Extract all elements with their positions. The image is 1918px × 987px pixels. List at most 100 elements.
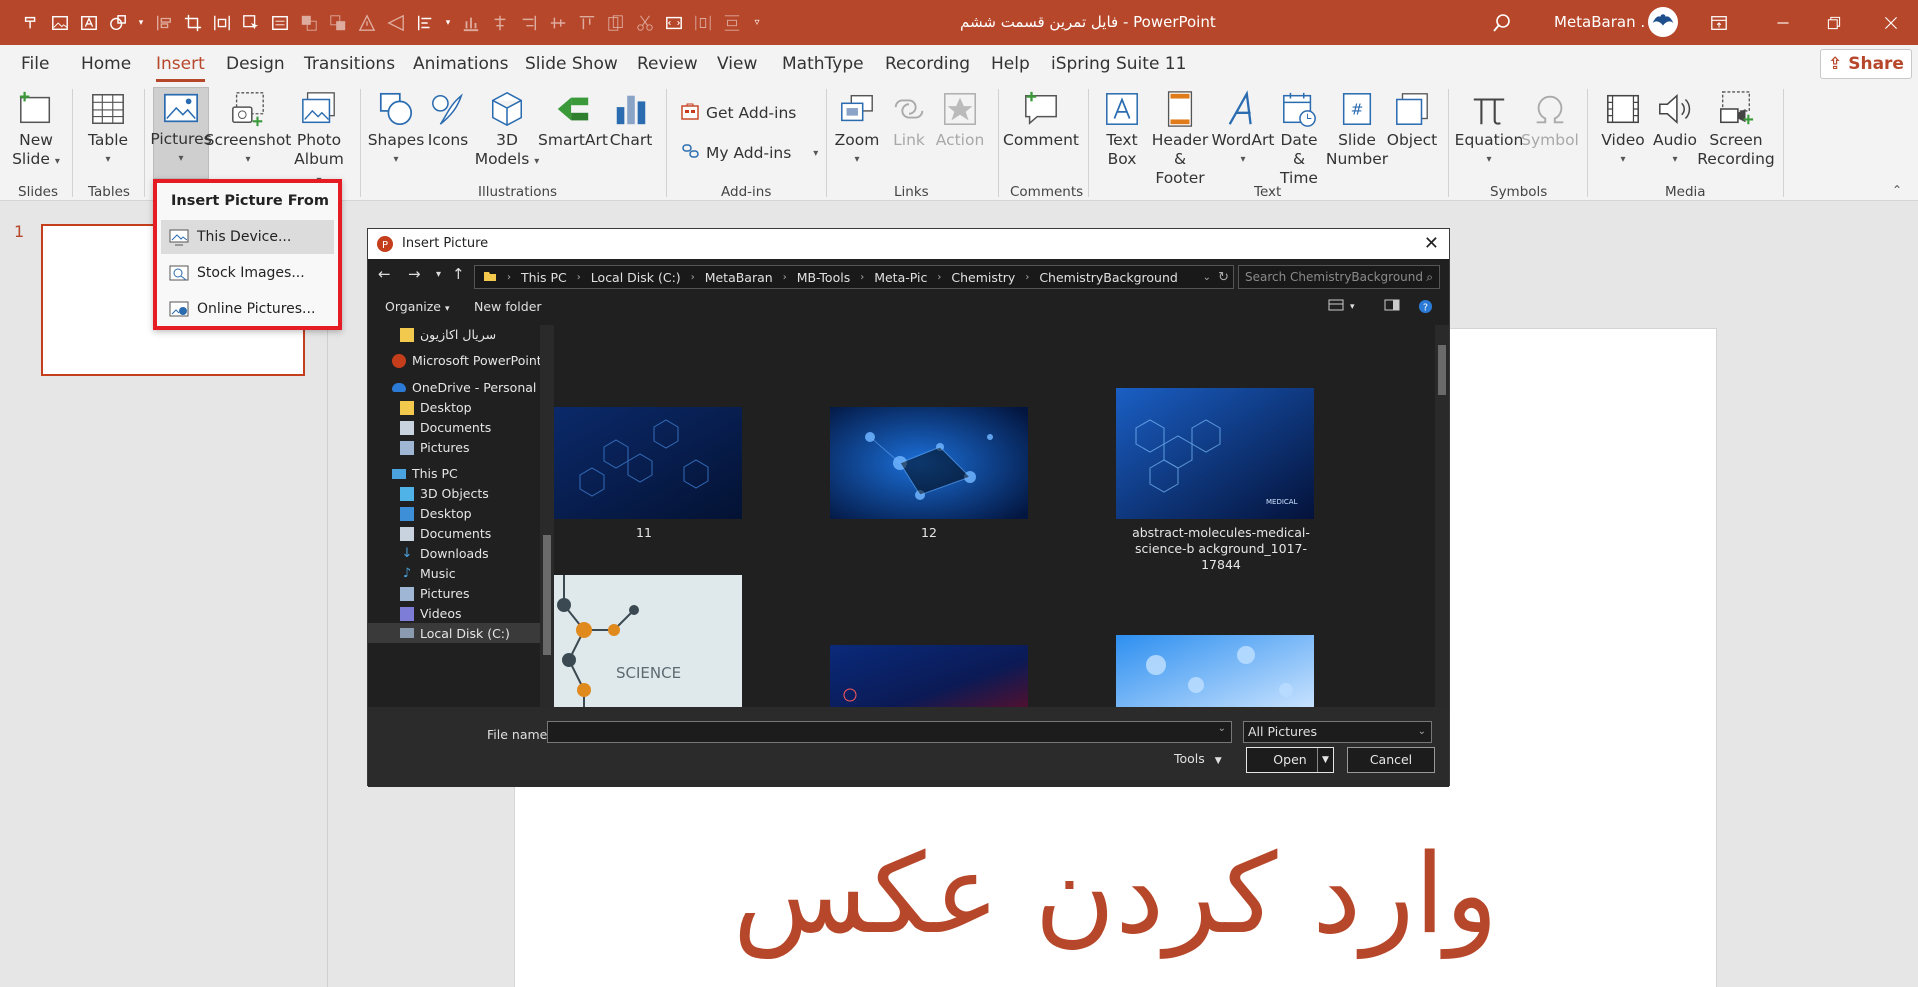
breadcrumb-item[interactable]: Meta-Pic: [874, 270, 927, 285]
tab-help[interactable]: Help: [991, 45, 1030, 83]
nav-item[interactable]: Desktop: [400, 506, 472, 521]
triangle-icon[interactable]: [356, 12, 378, 34]
align-middle-icon[interactable]: [547, 12, 569, 34]
menu-item-online-pictures[interactable]: Online Pictures...: [161, 292, 334, 326]
tab-home[interactable]: Home: [81, 45, 131, 83]
3d-models-button[interactable]: 3D Models ▾: [474, 89, 540, 171]
tools-button[interactable]: Tools ▼: [1174, 751, 1222, 766]
chevron-down-icon[interactable]: ▾: [1350, 302, 1355, 312]
equation-button[interactable]: Equation ▾: [1455, 89, 1523, 169]
scrollbar-thumb[interactable]: [543, 535, 551, 655]
align-icon[interactable]: [153, 12, 175, 34]
chevron-down-icon[interactable]: ⌄: [1203, 272, 1211, 283]
restore-icon[interactable]: [1821, 10, 1847, 36]
breadcrumb-item[interactable]: MB-Tools: [797, 270, 851, 285]
bring-forward-icon[interactable]: [298, 12, 320, 34]
tab-slide-show[interactable]: Slide Show: [525, 45, 618, 83]
refresh-icon[interactable]: ↻: [1218, 270, 1229, 285]
file-list-scrollbar[interactable]: [1435, 325, 1449, 707]
shapes-icon[interactable]: [107, 12, 129, 34]
slide-number-button[interactable]: # Slide Number: [1326, 89, 1388, 169]
my-addins-button[interactable]: My Add-ins ▾: [680, 141, 818, 165]
align-top-icon[interactable]: [576, 12, 598, 34]
symbol-button[interactable]: Symbol: [1521, 89, 1579, 150]
navigation-scrollbar[interactable]: [540, 325, 554, 707]
search-icon[interactable]: [1490, 11, 1514, 35]
video-button[interactable]: Video ▾: [1600, 89, 1646, 169]
copy-icon[interactable]: [605, 12, 627, 34]
wordart-button[interactable]: WordArt ▾: [1212, 89, 1274, 169]
tab-mathtype[interactable]: MathType: [782, 45, 864, 83]
crop-icon[interactable]: [182, 12, 204, 34]
arrow-left-icon[interactable]: [385, 12, 407, 34]
chevron-down-icon[interactable]: ⌄: [1218, 723, 1226, 734]
avatar[interactable]: [1648, 7, 1678, 37]
distribute-vertical-icon[interactable]: [721, 12, 743, 34]
cancel-button[interactable]: Cancel: [1347, 747, 1435, 773]
file-type-select[interactable]: All Pictures ⌄: [1243, 721, 1432, 743]
scrollbar-thumb[interactable]: [1438, 345, 1446, 395]
distribute-icon[interactable]: [211, 12, 233, 34]
customize-toolbar-icon[interactable]: ▿: [750, 12, 764, 34]
nav-item[interactable]: 3D Objects: [400, 486, 489, 501]
chart-button[interactable]: Chart: [609, 89, 653, 150]
screen-recording-button[interactable]: Screen Recording: [1697, 89, 1775, 169]
tab-transitions[interactable]: Transitions: [304, 45, 395, 83]
audio-button[interactable]: Audio ▾: [1652, 89, 1698, 169]
menu-item-this-device[interactable]: This Device...: [161, 220, 334, 254]
recent-locations-icon[interactable]: ▾: [436, 269, 441, 293]
file-name-input[interactable]: ⌄: [547, 721, 1232, 743]
chevron-down-icon[interactable]: ▾: [136, 12, 146, 34]
screenshot-button[interactable]: Screenshot ▾: [205, 89, 291, 169]
view-options-icon[interactable]: [1328, 299, 1344, 314]
layout-icon[interactable]: [269, 12, 291, 34]
bar-chart-icon[interactable]: [460, 12, 482, 34]
align-right-icon[interactable]: [518, 12, 540, 34]
nav-item[interactable]: Local Disk (C:): [368, 623, 540, 643]
pictures-button[interactable]: Pictures ▾: [150, 87, 212, 179]
tab-review[interactable]: Review: [637, 45, 698, 83]
nav-item[interactable]: ♪ Music: [400, 566, 456, 581]
forward-arrow-icon[interactable]: →: [408, 265, 421, 289]
chevron-down-icon[interactable]: ▾: [443, 12, 453, 34]
textbox-icon[interactable]: [78, 12, 100, 34]
tab-recording[interactable]: Recording: [885, 45, 970, 83]
smartart-button[interactable]: SmartArt: [538, 89, 608, 150]
comment-button[interactable]: Comment: [1003, 89, 1079, 150]
open-button[interactable]: Open ▼: [1246, 747, 1334, 773]
nav-item[interactable]: Pictures: [400, 440, 470, 455]
ribbon-display-options-icon[interactable]: [1706, 10, 1732, 36]
photo-album-button[interactable]: Photo Album ▾: [290, 89, 348, 190]
minimize-icon[interactable]: [1770, 10, 1796, 36]
close-icon[interactable]: ✕: [1424, 233, 1439, 254]
menu-item-stock-images[interactable]: Stock Images...: [161, 256, 334, 290]
zoom-button[interactable]: Zoom ▾: [834, 89, 880, 169]
preview-pane-icon[interactable]: [1384, 299, 1400, 314]
breadcrumb-item[interactable]: ChemistryBackground: [1039, 270, 1178, 285]
slide-size-icon[interactable]: [663, 12, 685, 34]
action-button[interactable]: Action: [936, 89, 984, 150]
nav-item[interactable]: Microsoft PowerPoint: [392, 353, 540, 368]
breadcrumb-item[interactable]: Chemistry: [951, 270, 1015, 285]
organize-button[interactable]: Organize ▾: [385, 299, 450, 314]
nav-item[interactable]: Videos: [400, 606, 462, 621]
breadcrumb-item[interactable]: This PC: [521, 270, 567, 285]
nav-item[interactable]: Desktop: [400, 400, 472, 415]
search-input[interactable]: Search ChemistryBackground ⌕: [1238, 265, 1440, 289]
picture-icon[interactable]: [49, 12, 71, 34]
align-center-icon[interactable]: [489, 12, 511, 34]
nav-item[interactable]: ↓ Downloads: [400, 546, 489, 561]
up-arrow-icon[interactable]: ↑: [452, 265, 465, 289]
help-icon[interactable]: ?: [1418, 299, 1433, 317]
tab-view[interactable]: View: [717, 45, 757, 83]
chevron-down-icon[interactable]: ▼: [1317, 748, 1333, 772]
link-button[interactable]: Link: [889, 89, 929, 150]
nav-item[interactable]: Pictures: [400, 586, 470, 601]
nav-item[interactable]: سریال اکازیون: [400, 327, 496, 342]
cut-icon[interactable]: [634, 12, 656, 34]
tab-design[interactable]: Design: [226, 45, 285, 83]
object-button[interactable]: Object: [1387, 89, 1437, 150]
nav-item[interactable]: This PC: [392, 466, 458, 481]
breadcrumb-item[interactable]: Local Disk (C:): [591, 270, 681, 285]
table-button[interactable]: Table ▾: [86, 89, 130, 169]
